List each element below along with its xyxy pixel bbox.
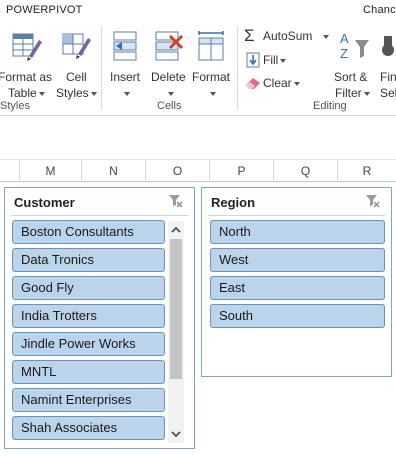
chevron-down-icon	[293, 81, 300, 86]
ribbon-divider	[101, 26, 102, 110]
chevron-down-icon	[168, 91, 174, 96]
column-header-row: M N O P Q R	[0, 160, 396, 182]
fill-label: Fill	[263, 53, 279, 67]
delete-cells-icon	[155, 31, 184, 61]
formula-bar-area	[0, 116, 396, 160]
chevron-down-icon	[323, 34, 329, 39]
insert-label: Insert	[110, 70, 141, 84]
chevron-down-icon	[210, 91, 216, 96]
user-name[interactable]: Chanc	[363, 4, 396, 16]
svg-text:Z: Z	[340, 46, 348, 61]
find-select-label-2: Sele	[380, 86, 396, 100]
scroll-up-icon[interactable]	[170, 224, 182, 236]
cell-styles-button[interactable]: Cell Styles	[56, 28, 98, 100]
sort-filter-button[interactable]: A Z Sort & Filter	[333, 28, 375, 100]
cell-styles-label-2: Styles	[56, 86, 89, 100]
format-cells-icon	[198, 31, 224, 61]
column-header-q[interactable]: Q	[274, 160, 338, 182]
slicer-item-north[interactable]: North	[210, 220, 385, 244]
svg-text:A: A	[340, 31, 349, 46]
binoculars-icon	[382, 36, 394, 56]
slicer-item-shah-associates[interactable]: Shah Associates	[12, 416, 165, 440]
ribbon-tab-strip: POWERPIVOT Chanc	[0, 0, 396, 22]
delete-label: Delete	[151, 70, 186, 84]
editing-group-label: Editing	[313, 100, 347, 112]
sort-filter-label: Sort &	[334, 70, 368, 84]
format-cells-button[interactable]: Format	[190, 28, 234, 100]
column-header-n[interactable]: N	[82, 160, 146, 182]
slicer-item-india-trotters[interactable]: India Trotters	[12, 304, 165, 328]
clear-button[interactable]: Clear	[243, 74, 313, 92]
chevron-down-icon	[280, 58, 287, 63]
styles-group-label: Styles	[0, 100, 30, 112]
customer-slicer-title: Customer	[14, 195, 75, 210]
slicer-item-east[interactable]: East	[210, 276, 385, 300]
sort-filter-label-2: Filter	[335, 86, 362, 100]
slicer-divider	[11, 215, 188, 216]
column-header-r[interactable]: R	[338, 160, 396, 182]
slicer-item-mntl[interactable]: MNTL	[12, 360, 165, 384]
clear-label: Clear	[263, 76, 292, 90]
autosum-button[interactable]: Σ AutoSum	[243, 27, 333, 45]
eraser-icon	[246, 78, 260, 89]
sort-filter-icon: A Z	[340, 31, 369, 61]
find-select-button[interactable]: Fin Sele	[376, 28, 396, 100]
region-slicer-title: Region	[211, 195, 256, 210]
format-as-table-label-2: Table	[8, 86, 37, 100]
slicer-item-good-fly[interactable]: Good Fly	[12, 276, 165, 300]
insert-cells-icon	[113, 31, 137, 61]
chevron-down-icon	[124, 91, 130, 96]
find-select-label: Fin	[380, 70, 396, 84]
scroll-down-icon[interactable]	[170, 428, 182, 440]
clear-filter-icon[interactable]	[168, 193, 184, 209]
ribbon: Format as Table Cell Styles Styles Inser…	[0, 22, 396, 116]
tab-powerpivot[interactable]: POWERPIVOT	[6, 4, 83, 16]
format-as-table-label: Format as	[0, 70, 53, 84]
ribbon-divider	[237, 26, 238, 110]
column-header-p[interactable]: P	[210, 160, 274, 182]
column-header-blank	[0, 160, 20, 182]
slicer-item-namint-enterprises[interactable]: Namint Enterprises	[12, 388, 165, 412]
format-as-table-button[interactable]: Format as Table	[0, 28, 58, 100]
insert-cells-button[interactable]: Insert	[106, 28, 146, 100]
column-header-o[interactable]: O	[146, 160, 210, 182]
format-as-table-icon	[12, 33, 42, 61]
slicer-item-data-tronics[interactable]: Data Tronics	[12, 248, 165, 272]
clear-filter-icon[interactable]	[365, 193, 381, 209]
scrollbar-thumb[interactable]	[170, 239, 182, 379]
fill-down-icon	[246, 52, 260, 68]
cells-group-label: Cells	[157, 100, 182, 112]
fill-button[interactable]: Fill	[243, 51, 303, 69]
sigma-icon: Σ	[244, 26, 255, 45]
slicer-divider	[208, 215, 385, 216]
cell-styles-icon	[62, 33, 91, 59]
delete-cells-button[interactable]: Delete	[148, 28, 190, 100]
slicer-item-boston-consultants[interactable]: Boston Consultants	[12, 220, 165, 244]
customer-slicer-scrollbar[interactable]	[168, 221, 184, 443]
chevron-down-icon	[38, 91, 45, 96]
autosum-label: AutoSum	[263, 29, 313, 43]
chevron-down-icon	[90, 91, 97, 96]
cell-styles-label: Cell	[66, 70, 87, 84]
slicer-item-jindle-power-works[interactable]: Jindle Power Works	[12, 332, 165, 356]
slicer-item-west[interactable]: West	[210, 248, 385, 272]
format-label: Format	[192, 70, 231, 84]
chevron-down-icon	[363, 91, 370, 96]
column-header-m[interactable]: M	[20, 160, 82, 182]
slicer-item-south[interactable]: South	[210, 304, 385, 328]
